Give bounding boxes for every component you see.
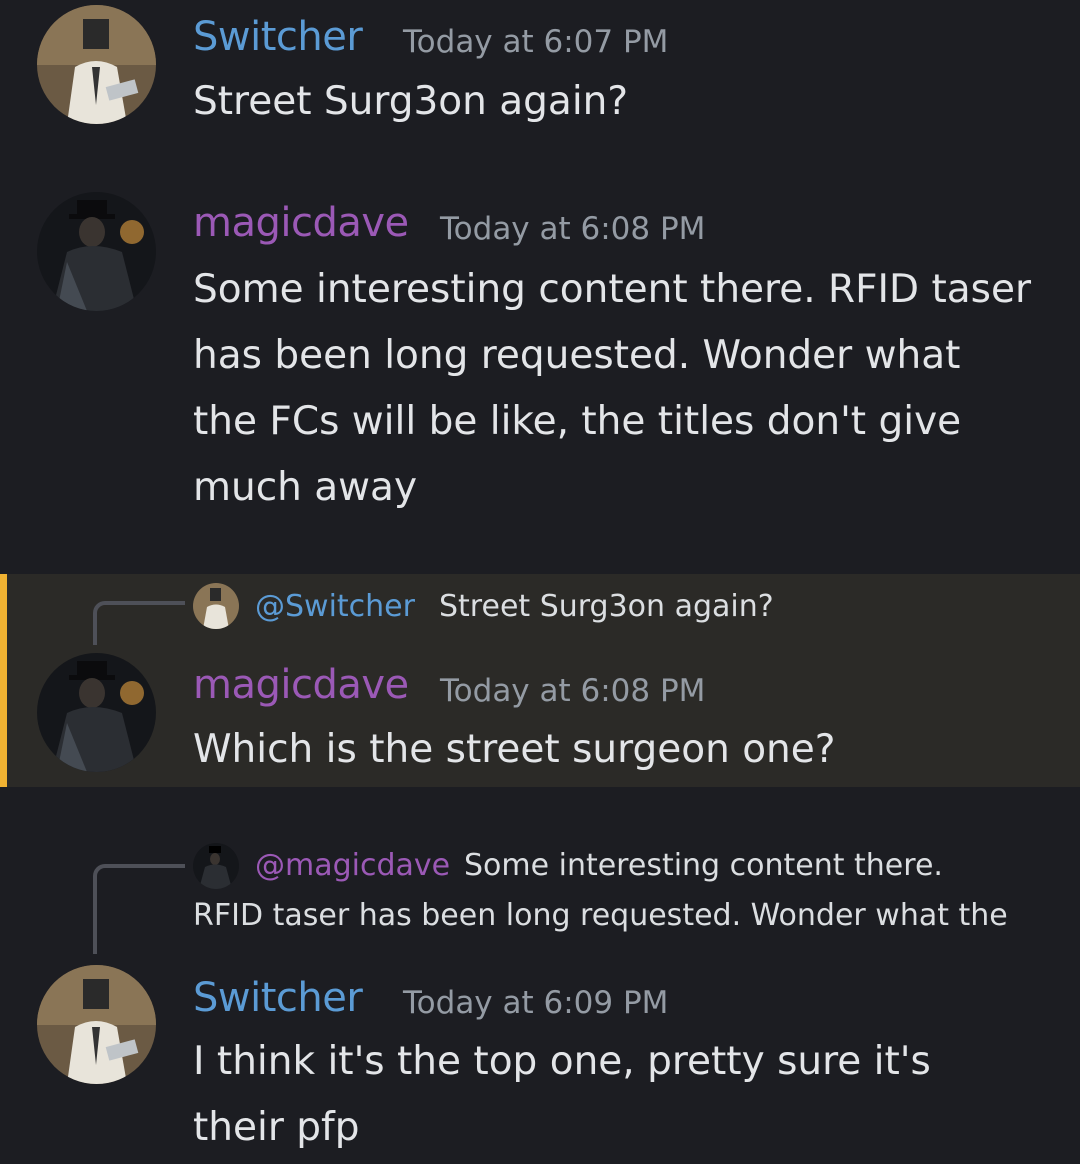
timestamp: Today at 6:09 PM xyxy=(403,985,669,1021)
reply-mention[interactable]: @magicdave xyxy=(255,848,450,883)
switcher-avatar[interactable] xyxy=(37,965,156,1084)
reply-preview[interactable]: Street Surg3on again? xyxy=(439,589,774,624)
reply-mention[interactable]: @Switcher xyxy=(255,589,415,624)
author-name[interactable]: magicdave xyxy=(193,662,409,708)
switcher-avatar[interactable] xyxy=(37,5,156,124)
switcher-mini-avatar xyxy=(193,583,239,629)
author-name[interactable]: magicdave xyxy=(193,200,409,246)
author-name[interactable]: Switcher xyxy=(193,975,363,1021)
message-2[interactable]: magicdave Today at 6:08 PM Some interest… xyxy=(0,180,1080,540)
author-name[interactable]: Switcher xyxy=(193,14,363,60)
magicdave-avatar[interactable] xyxy=(37,192,156,311)
reply-connector xyxy=(93,864,185,954)
timestamp: Today at 6:08 PM xyxy=(440,673,706,709)
message-text: Street Surg3on again? xyxy=(193,79,629,124)
message-4[interactable]: @magicdave Some interesting content ther… xyxy=(0,830,1080,1164)
reply-preview-line2[interactable]: RFID taser has been long requested. Wond… xyxy=(193,898,1008,933)
reply-preview-line1[interactable]: Some interesting content there. xyxy=(464,848,943,883)
timestamp: Today at 6:07 PM xyxy=(403,24,669,60)
message-text: Some interesting content there. RFID tas… xyxy=(193,267,1032,510)
message-1[interactable]: Switcher Today at 6:07 PM Street Surg3on… xyxy=(0,0,1080,150)
message-text: Which is the street surgeon one? xyxy=(193,727,836,772)
reply-connector xyxy=(93,601,185,645)
magicdave-avatar[interactable] xyxy=(37,653,156,772)
magicdave-mini-avatar xyxy=(193,843,239,889)
message-3[interactable]: @Switcher Street Surg3on again? magicdav… xyxy=(0,574,1080,787)
message-text: I think it's the top one, pretty sure it… xyxy=(193,1039,931,1150)
timestamp: Today at 6:08 PM xyxy=(440,211,706,247)
